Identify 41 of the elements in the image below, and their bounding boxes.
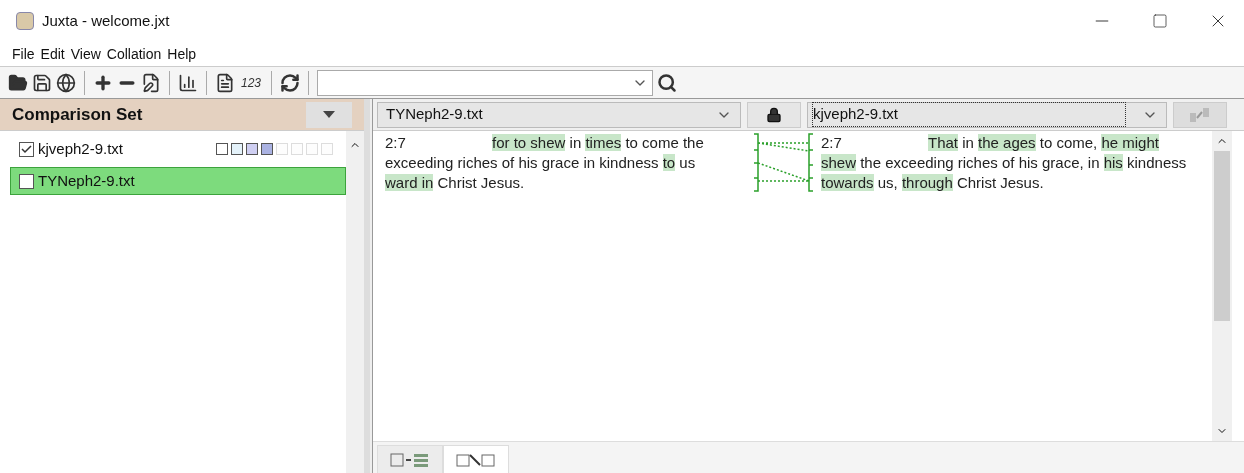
side-by-side-icon xyxy=(456,452,496,467)
set-member-row[interactable]: kjveph2-9.txt xyxy=(10,135,346,163)
edit-icon[interactable] xyxy=(141,72,161,93)
scroll-thumb[interactable] xyxy=(1214,151,1230,321)
triangle-down-icon xyxy=(323,110,335,119)
app-icon xyxy=(16,12,34,30)
menu-item[interactable]: File xyxy=(12,43,35,65)
document-icon[interactable] xyxy=(215,72,235,93)
folder-icon[interactable] xyxy=(8,72,28,93)
window-title: Juxta - welcome.jxt xyxy=(42,10,170,31)
file-name: kjveph2-9.txt xyxy=(38,138,125,159)
globe-icon[interactable] xyxy=(56,72,76,93)
left-file-select[interactable]: TYNeph2-9.txt xyxy=(377,101,741,128)
lock-button[interactable] xyxy=(747,101,801,128)
checkbox[interactable] xyxy=(19,173,34,189)
right-file-select[interactable]: kjveph2-9.txt xyxy=(807,101,1167,128)
menu-item[interactable]: Collation xyxy=(106,43,162,65)
panel-title: Comparison Set xyxy=(12,103,144,126)
search-field[interactable] xyxy=(317,69,654,96)
right-passage: 2:7 That in the ages to come, he might shew the exceeding riches of his grace, in his kindness towards us, through Christ Jesus. xyxy=(821,133,1188,193)
set-member-row[interactable]: TYNeph2-9.txt xyxy=(10,167,346,195)
sync-icon xyxy=(1188,106,1212,123)
menu-item[interactable]: View xyxy=(70,43,101,65)
maximize-icon[interactable] xyxy=(1152,13,1168,29)
menu-item[interactable]: Edit xyxy=(40,43,65,65)
view-tab[interactable] xyxy=(443,445,509,473)
save-icon[interactable] xyxy=(32,72,52,93)
refresh-icon[interactable] xyxy=(280,72,301,93)
vertical-scrollbar[interactable] xyxy=(1212,131,1232,441)
menu-item[interactable]: Help xyxy=(167,43,197,65)
scrollbar[interactable] xyxy=(346,131,364,473)
collation-view-icon xyxy=(390,452,430,467)
dropdown-button[interactable] xyxy=(306,101,352,128)
view-tab[interactable] xyxy=(377,445,443,473)
file-name: TYNeph2-9.txt xyxy=(38,170,136,191)
bar-chart-icon[interactable] xyxy=(178,72,198,93)
search-icon[interactable] xyxy=(657,72,678,93)
checkbox[interactable] xyxy=(19,141,34,157)
lock-icon xyxy=(766,106,782,123)
numbering-button[interactable]: 123 xyxy=(239,73,264,92)
left-passage: 2:7 for to shew in times to come the exceeding riches of his grace in kindness to us ward in Christ Jesus. xyxy=(385,133,705,193)
